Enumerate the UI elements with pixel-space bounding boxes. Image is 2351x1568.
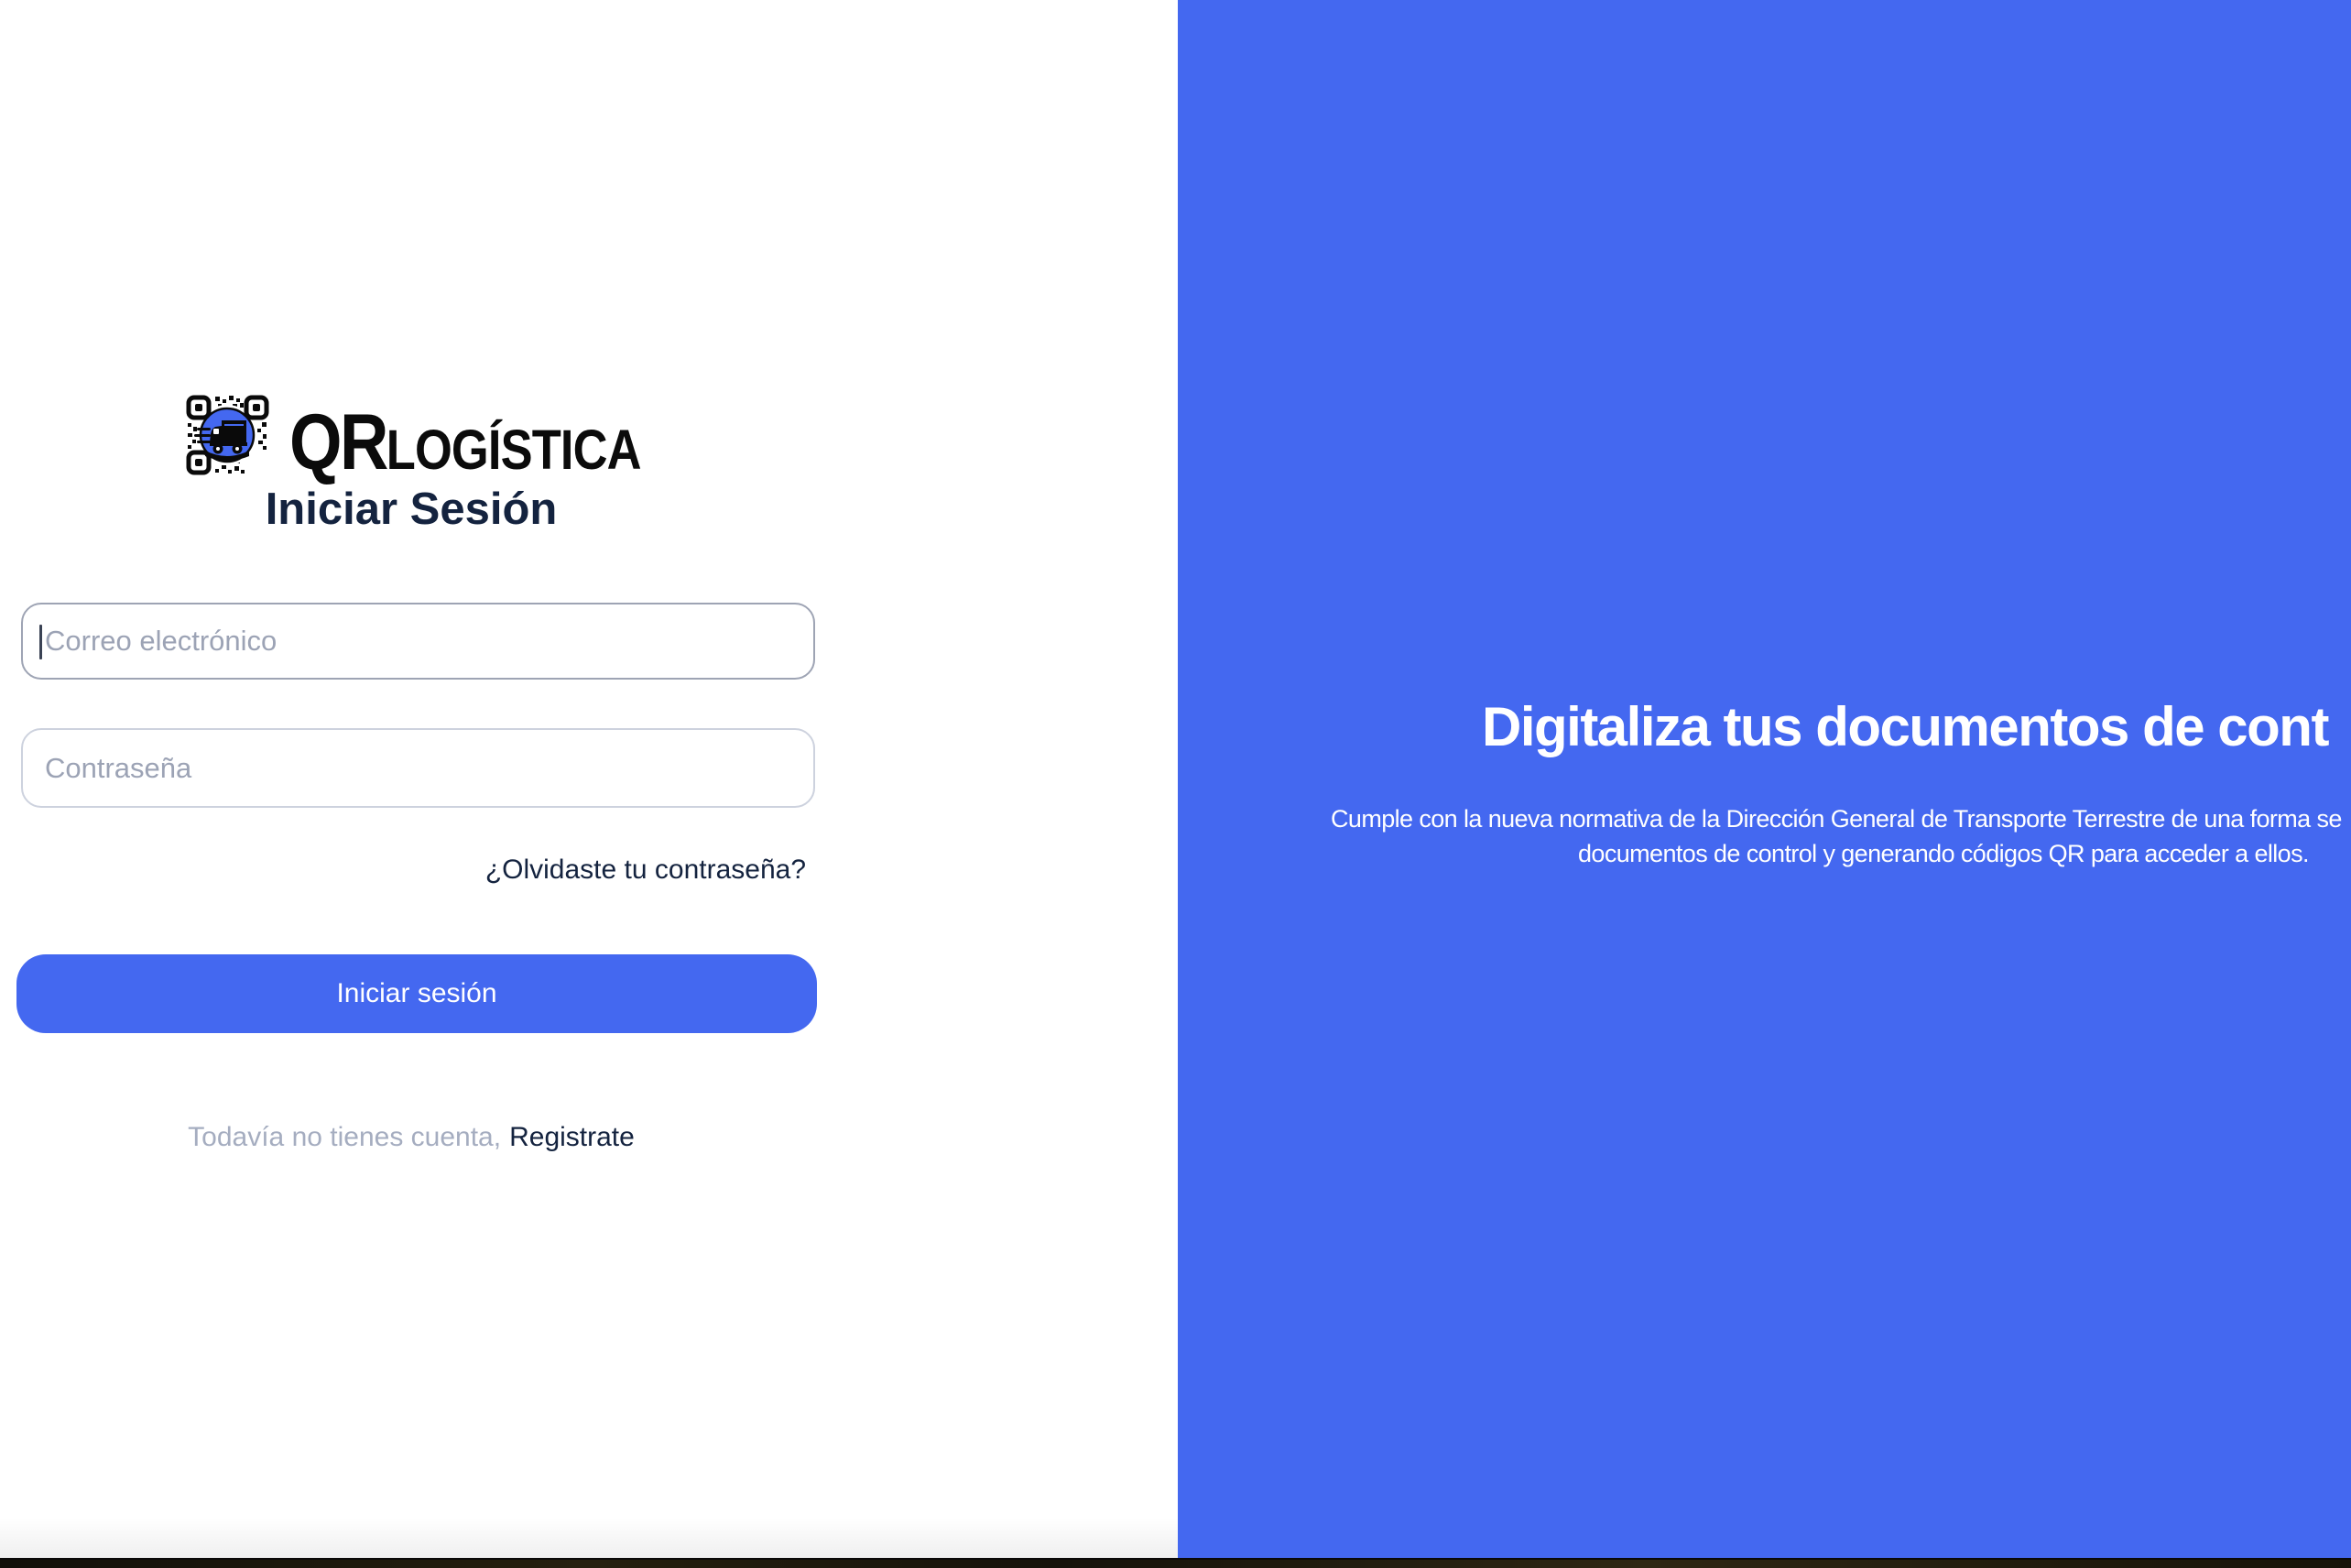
brand-qr-text: QR — [289, 398, 386, 486]
login-button[interactable]: Iniciar sesión — [16, 954, 817, 1033]
hero-title: Digitaliza tus documentos de cont — [1482, 698, 2328, 757]
hero-subtitle-line1: Cumple con la nueva normativa de la Dire… — [1331, 800, 2342, 837]
forgot-password-link[interactable]: ¿Olvidaste tu contraseña? — [485, 855, 806, 886]
page-title: Iniciar Sesión — [9, 485, 813, 533]
brand-logistica-text: LOGÍSTICA — [386, 419, 641, 481]
hero-subtitle-line2: documentos de control y generando código… — [1578, 835, 2309, 872]
password-input[interactable] — [21, 728, 815, 808]
login-page: QRLOGÍSTICA Iniciar Sesión ¿Olvidaste tu… — [0, 0, 2351, 1568]
login-form: QRLOGÍSTICA Iniciar Sesión ¿Olvidaste tu… — [9, 0, 813, 1568]
login-panel: QRLOGÍSTICA Iniciar Sesión ¿Olvidaste tu… — [0, 0, 1178, 1568]
signup-prefix: Todavía no tienes cuenta, — [188, 1122, 501, 1152]
text-cursor — [39, 625, 42, 659]
email-input[interactable] — [21, 603, 815, 680]
qr-code-truck-icon — [185, 394, 270, 476]
desktop-edge-strip — [0, 1558, 2351, 1568]
signup-text: Todavía no tienes cuenta, Registrate — [9, 1121, 813, 1154]
register-link[interactable]: Registrate — [509, 1122, 635, 1152]
hero-panel: Digitaliza tus documentos de cont Cumple… — [1178, 0, 2351, 1568]
